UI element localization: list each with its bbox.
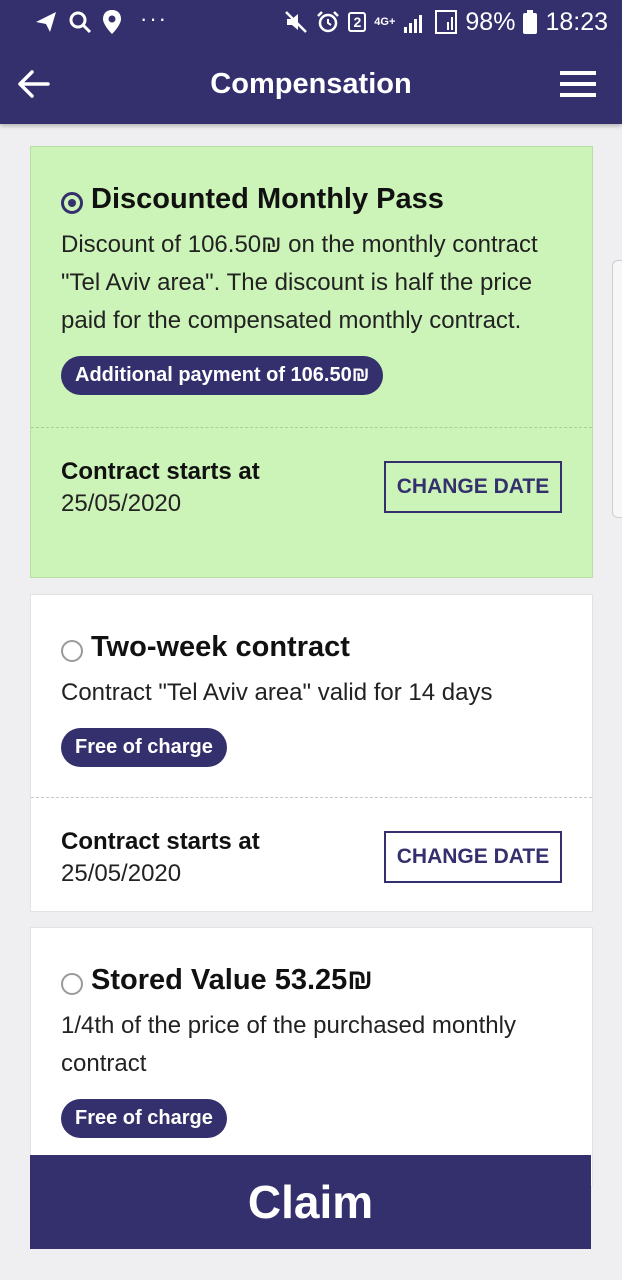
battery-icon (523, 10, 538, 34)
change-date-button[interactable]: CHANGE DATE (384, 461, 562, 513)
navigation-arrow-icon (34, 10, 58, 34)
radio-button-selected[interactable] (61, 191, 83, 214)
price-badge: Additional payment of 106.50₪ (61, 356, 384, 395)
option-card-discounted-monthly-pass[interactable]: Discounted Monthly Pass Discount of 106.… (30, 146, 593, 578)
claim-button[interactable]: Claim (30, 1155, 591, 1249)
option-description: Discount of 106.50₪ on the monthly contr… (61, 231, 538, 334)
signal-icon (403, 11, 427, 33)
scrollbar[interactable] (612, 260, 622, 518)
option-title: Stored Value 53.25₪ (91, 964, 373, 996)
more-notifications-icon: ··· (140, 6, 168, 31)
radio-button[interactable] (61, 972, 83, 995)
option-title: Discounted Monthly Pass (91, 183, 444, 215)
location-pin-icon (102, 10, 122, 34)
price-badge: Free of charge (61, 728, 227, 767)
price-badge: Free of charge (61, 1099, 227, 1138)
network-type: 4G+ (374, 15, 396, 28)
option-card-two-week-contract[interactable]: Two-week contract Contract "Tel Aviv are… (30, 594, 593, 912)
page-title: Compensation (210, 67, 412, 100)
radio-button[interactable] (61, 639, 83, 662)
back-arrow-icon[interactable] (16, 66, 52, 102)
option-card-stored-value[interactable]: Stored Value 53.25₪ 1/4th of the price o… (30, 927, 593, 1187)
status-bar: ··· 2 4G+ 98% 18:23 (0, 0, 622, 44)
alarm-icon (316, 10, 340, 34)
change-date-button[interactable]: CHANGE DATE (384, 831, 562, 883)
battery-percent: 98% (465, 7, 516, 36)
option-description: Contract "Tel Aviv area" valid for 14 da… (61, 679, 493, 706)
option-title: Two-week contract (91, 631, 350, 663)
search-icon (68, 10, 92, 34)
roaming-signal-icon (435, 10, 458, 34)
sim-badge: 2 (348, 12, 367, 32)
clock: 18:23 (545, 7, 608, 36)
hamburger-menu-icon[interactable] (560, 70, 596, 98)
app-bar: Compensation (0, 44, 622, 124)
mute-icon (284, 10, 308, 34)
option-description: 1/4th of the price of the purchased mont… (61, 1012, 516, 1077)
